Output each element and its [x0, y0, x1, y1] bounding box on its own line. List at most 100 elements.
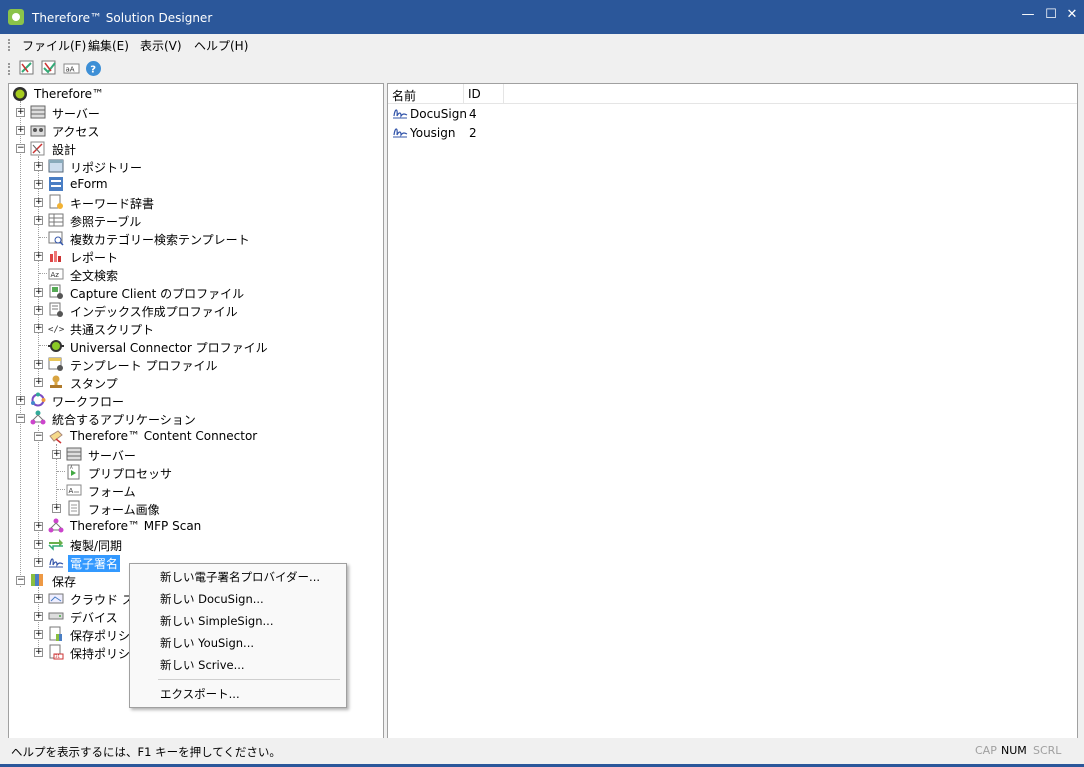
expand-mfp-scan-toggle[interactable]: +: [34, 522, 43, 531]
window-title: Therefore™ Solution Designer: [32, 11, 213, 25]
preprocessor-icon: A: [67, 464, 80, 480]
search-template-icon: [48, 231, 64, 246]
expand-report-toggle[interactable]: +: [34, 252, 43, 261]
list-row[interactable]: DocuSign 4: [388, 104, 1077, 123]
status-cap-indicator: CAP: [975, 744, 997, 757]
tree-item-label: アクセス: [52, 125, 100, 139]
tree-line: [57, 489, 65, 490]
server-icon: [30, 105, 46, 119]
tree-item-label: Therefore™ Content Connector: [70, 429, 258, 443]
expand-stamp-toggle[interactable]: +: [34, 378, 43, 387]
status-help-text: ヘルプを表示するには、F1 キーを押してください。: [11, 745, 281, 759]
svg-text:?: ?: [90, 65, 96, 76]
expand-repository-toggle[interactable]: +: [34, 162, 43, 171]
esign-signature-icon: [49, 558, 64, 568]
esign-signature-icon: [393, 109, 408, 119]
expand-keyword-toggle[interactable]: +: [34, 198, 43, 207]
column-header-name[interactable]: 名前: [392, 87, 416, 104]
menu-bar: ファイル(F) 編集(E) 表示(V) ヘルプ(H): [0, 34, 1084, 56]
collapse-storage-toggle[interactable]: −: [16, 576, 25, 585]
menu-file[interactable]: ファイル(F): [22, 37, 86, 54]
expand-replication-toggle[interactable]: +: [34, 540, 43, 549]
help-icon[interactable]: ?: [85, 60, 102, 77]
expand-server-toggle[interactable]: +: [16, 108, 25, 117]
expand-eform-toggle[interactable]: +: [34, 180, 43, 189]
tree-item-label: 保存ポリシ: [70, 629, 131, 643]
expand-access-toggle[interactable]: +: [16, 126, 25, 135]
list-header: 名前 ID: [388, 84, 1077, 104]
list-pane[interactable]: 名前 ID DocuSign 4 Yousign 2: [387, 83, 1078, 739]
menu-view[interactable]: 表示(V): [140, 37, 182, 54]
tree-item-label: キーワード辞書: [70, 197, 155, 211]
collapse-design-toggle[interactable]: −: [16, 144, 25, 153]
tree-line: [39, 345, 47, 346]
menu-item-export[interactable]: エクスポート...: [160, 686, 240, 702]
expand-cloud-storage-toggle[interactable]: +: [34, 594, 43, 603]
text-replace-icon[interactable]: aA: [63, 60, 80, 77]
tree-item-label: プリプロセッサ: [88, 467, 173, 481]
expand-storage-policy-toggle[interactable]: +: [34, 630, 43, 639]
expand-form-image-toggle[interactable]: +: [52, 504, 61, 513]
column-header-id[interactable]: ID: [468, 87, 481, 101]
tree-item-label: 共通スクリプト: [70, 323, 155, 337]
svg-text:A: A: [69, 487, 74, 495]
menu-edit[interactable]: 編集(E): [88, 37, 129, 54]
svg-text:</>: </>: [48, 325, 64, 335]
list-cell-id: 2: [469, 126, 477, 140]
app-icon: [8, 9, 24, 25]
tree-item-label: Therefore™ MFP Scan: [70, 519, 202, 533]
minimize-button[interactable]: —: [1019, 7, 1037, 23]
expand-template-profile-toggle[interactable]: +: [34, 360, 43, 369]
collapse-integrated-apps-toggle[interactable]: −: [16, 414, 25, 423]
expand-esign-toggle[interactable]: +: [34, 558, 43, 567]
report-chart-icon: [50, 251, 61, 262]
tree-line: [39, 237, 47, 238]
svg-text:A: A: [70, 465, 73, 470]
menu-help[interactable]: ヘルプ(H): [194, 37, 248, 54]
eform-icon: [49, 177, 63, 191]
design-check-icon[interactable]: [41, 60, 58, 77]
column-separator[interactable]: [503, 84, 504, 103]
expand-common-script-toggle[interactable]: +: [34, 324, 43, 333]
list-row[interactable]: Yousign 2: [388, 123, 1077, 142]
list-cell-name: Yousign: [410, 126, 456, 140]
status-scrl-indicator: SCRL: [1033, 744, 1062, 757]
menu-item-new-simplesign[interactable]: 新しい SimpleSign...: [160, 613, 273, 629]
maximize-button[interactable]: ☐: [1042, 7, 1060, 23]
tree-item-label: テンプレート プロファイル: [70, 359, 218, 373]
content-connector-icon: [49, 430, 63, 444]
column-separator[interactable]: [463, 84, 464, 103]
fulltext-search-icon: Az: [48, 268, 64, 280]
tree-line: [20, 101, 21, 587]
expand-capture-client-toggle[interactable]: +: [34, 288, 43, 297]
expand-cc-server-toggle[interactable]: +: [52, 450, 61, 459]
expand-reference-table-toggle[interactable]: +: [34, 216, 43, 225]
tree-item-label: 複数カテゴリー検索テンプレート: [70, 233, 250, 247]
expand-index-profile-toggle[interactable]: +: [34, 306, 43, 315]
script-code-icon: </>: [48, 325, 64, 335]
design-tool-icon[interactable]: [19, 60, 36, 77]
collapse-content-connector-toggle[interactable]: −: [34, 432, 43, 441]
capture-profile-icon: [49, 284, 63, 299]
expand-workflow-toggle[interactable]: +: [16, 396, 25, 405]
tree-item-label: 保存: [52, 575, 77, 589]
repository-icon: [48, 159, 64, 173]
expand-device-toggle[interactable]: +: [34, 612, 43, 621]
menu-item-new-docusign[interactable]: 新しい DocuSign...: [160, 591, 264, 607]
tree-line: [38, 156, 39, 384]
storage-policy-icon: [49, 626, 62, 641]
integration-icon: [30, 410, 46, 425]
tree-item-label: リポジトリー: [70, 161, 143, 175]
svg-text:Az: Az: [51, 271, 60, 279]
menu-item-new-esign-provider[interactable]: 新しい電子署名プロバイダー...: [160, 569, 320, 585]
tree-item-label: スタンプ: [70, 377, 118, 391]
menu-item-new-scrive[interactable]: 新しい Scrive...: [160, 657, 245, 673]
tree-item-label: サーバー: [52, 107, 100, 121]
tree-item-label: フォーム画像: [88, 503, 160, 517]
close-button[interactable]: ✕: [1063, 7, 1081, 23]
expand-retention-policy-toggle[interactable]: +: [34, 648, 43, 657]
list-cell-id: 4: [469, 107, 477, 121]
index-profile-icon: [49, 302, 63, 317]
menu-item-new-yousign[interactable]: 新しい YouSign...: [160, 635, 254, 651]
context-menu: 新しい電子署名プロバイダー... 新しい DocuSign... 新しい Sim…: [129, 563, 347, 708]
